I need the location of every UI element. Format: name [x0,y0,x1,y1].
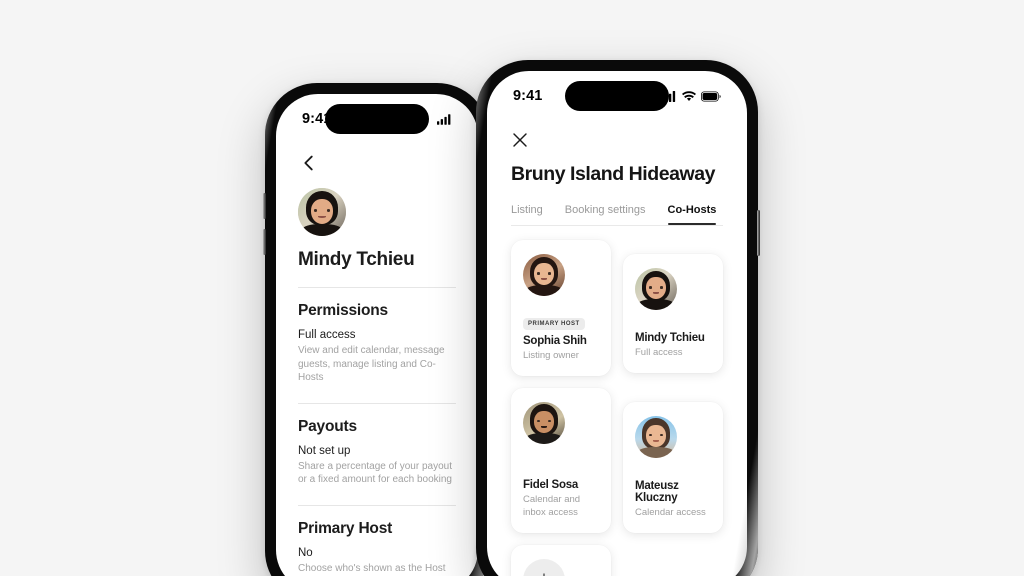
divider [298,504,456,506]
status-badge: PRIMARY HOST [523,318,585,330]
cohost-card[interactable]: Mindy Tchieu Full access [623,254,723,373]
mateusz-kluczny-avatar [635,415,677,458]
section-payouts[interactable]: Payouts Not set up Share a percentage of… [298,418,456,487]
cohost-card[interactable]: Mateusz Kluczny Calendar access [623,401,723,533]
tab-co-hosts[interactable]: Co-Hosts [667,204,716,225]
cellular-signal-icon [437,113,451,125]
cohost-grid: PRIMARY HOST Sophia Shih Listing owner M… [487,226,747,576]
cohost-name: Sophia Shih [523,335,587,347]
tab-listing[interactable]: Listing [511,204,543,225]
divider [298,402,456,404]
section-value: No [298,546,313,559]
close-icon[interactable] [511,131,529,149]
cohost-role: Listing owner [523,350,579,361]
left-phone-device: 9:41 Mindy Tchieu Permissions Full acces… [263,83,489,576]
mindy-tchieu-avatar [298,188,346,236]
plus-icon[interactable] [523,558,565,576]
left-phone-content: Mindy Tchieu Permissions Full access Vie… [276,144,478,576]
avatar [298,188,346,236]
avatar [523,254,565,296]
tab-booking-settings[interactable]: Booking settings [565,204,646,225]
avatar [635,415,677,458]
dynamic-island [565,81,669,111]
avatar [523,401,565,444]
cohost-card[interactable]: Fidel Sosa Calendar and inbox access [511,387,611,533]
section-title: Primary Host [298,519,393,537]
volume-down-button[interactable] [263,229,266,255]
sophia-shih-avatar [523,254,565,296]
mindy-tchieu-avatar [635,268,677,310]
fidel-sosa-avatar [523,401,565,444]
cohost-card[interactable]: PRIMARY HOST Sophia Shih Listing owner [511,240,611,376]
cohost-role: Calendar access [635,506,706,518]
status-icons [437,113,452,125]
section-value: Full access [298,329,356,341]
avatar [635,268,677,310]
profile-name: Mindy Tchieu [298,249,415,270]
page-title: Bruny Island Hideaway [511,163,716,185]
volume-up-button[interactable] [263,193,266,219]
right-phone-screen: 9:41 Bruny Island Hideaway Listing Booki… [487,71,747,576]
section-permissions[interactable]: Permissions Full access View and edit ca… [298,302,456,385]
tab-bar: Listing Booking settings Co-Hosts [511,204,723,225]
left-phone-screen: 9:41 Mindy Tchieu Permissions Full acces… [276,94,478,576]
section-primary-host[interactable]: Primary Host No Choose who's shown as th… [298,520,456,576]
section-description: Share a percentage of your payout or a f… [298,460,452,486]
right-phone-content: Bruny Island Hideaway Listing Booking se… [487,119,747,576]
section-title: Permissions [298,302,388,319]
cohost-role: Calendar and inbox access [523,494,581,518]
cohost-name: Mateusz Kluczny [635,479,679,504]
chevron-left-icon[interactable] [298,152,320,174]
divider [298,287,456,288]
power-button[interactable] [757,210,760,256]
right-phone-device: 9:41 Bruny Island Hideaway Listing Booki… [476,60,760,576]
cohost-role: Full access [635,347,683,358]
status-icons [661,90,721,102]
section-title: Payouts [298,417,357,435]
cohost-name: Fidel Sosa [523,479,579,491]
section-description: View and edit calendar, message guests, … [298,345,445,383]
section-description: Choose who's shown as the Host on the li… [298,562,446,574]
status-time: 9:41 [513,88,543,104]
dynamic-island [325,104,429,134]
add-cohost-card[interactable] [511,544,611,576]
grid-empty-slot [623,545,723,576]
battery-icon [701,91,721,101]
screenshot-stage: 9:41 Mindy Tchieu Permissions Full acces… [0,0,1024,576]
wifi-icon [682,90,696,101]
section-value: Not set up [298,444,351,457]
cohost-name: Mindy Tchieu [635,332,705,344]
